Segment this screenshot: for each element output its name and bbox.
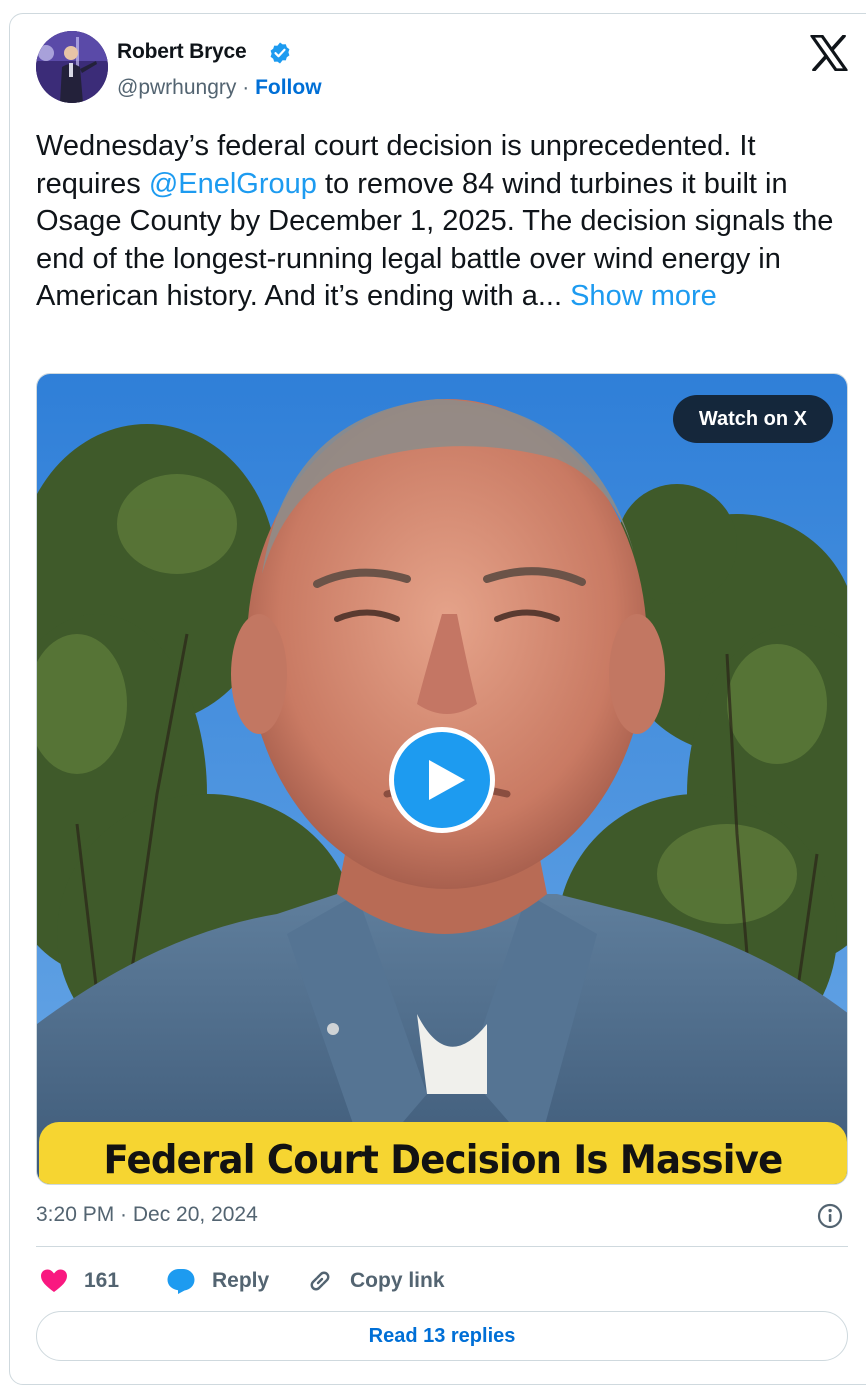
watch-on-x-button[interactable]: Watch on X bbox=[672, 395, 833, 443]
follow-button[interactable]: Follow bbox=[255, 76, 322, 99]
play-icon bbox=[429, 760, 465, 800]
profile-photo-icon bbox=[36, 31, 108, 103]
copy-link-button[interactable]: Copy link bbox=[306, 1264, 445, 1298]
play-button[interactable] bbox=[389, 727, 495, 833]
copy-link-label: Copy link bbox=[350, 1269, 445, 1292]
author-handle[interactable]: @pwrhungry bbox=[117, 76, 236, 99]
video-caption-banner: Federal Court Decision Is Massive Win bbox=[39, 1122, 847, 1184]
verified-badge-icon bbox=[268, 41, 292, 65]
show-more-link[interactable]: Show more bbox=[570, 280, 717, 312]
like-button[interactable]: 161 bbox=[40, 1264, 119, 1298]
heart-icon bbox=[41, 1269, 67, 1292]
mention-link[interactable]: @EnelGroup bbox=[149, 168, 317, 200]
author-name[interactable]: Robert Bryce bbox=[117, 40, 247, 64]
like-count: 161 bbox=[84, 1269, 120, 1292]
divider bbox=[36, 1246, 848, 1247]
reply-label: Reply bbox=[212, 1269, 270, 1292]
tweet-text: Wednesday’s federal court decision is un… bbox=[36, 128, 846, 316]
link-icon bbox=[310, 1271, 330, 1291]
video-thumbnail[interactable]: Watch on X Federal Court Decision Is Mas… bbox=[36, 373, 848, 1185]
author-handle-line: @pwrhungry · Follow bbox=[117, 76, 322, 100]
reply-button[interactable]: Reply bbox=[166, 1264, 269, 1298]
separator-dot: · bbox=[242, 76, 250, 99]
video-caption-text: Federal Court Decision Is Massive Win bbox=[103, 1138, 783, 1184]
read-replies-button[interactable]: Read 13 replies bbox=[36, 1311, 848, 1361]
reply-bubble-icon bbox=[167, 1269, 195, 1294]
x-logo-icon[interactable] bbox=[810, 34, 848, 72]
tweet-timestamp[interactable]: 3:20 PM · Dec 20, 2024 bbox=[36, 1203, 258, 1227]
author-avatar[interactable] bbox=[36, 31, 108, 103]
info-icon[interactable] bbox=[817, 1203, 843, 1229]
